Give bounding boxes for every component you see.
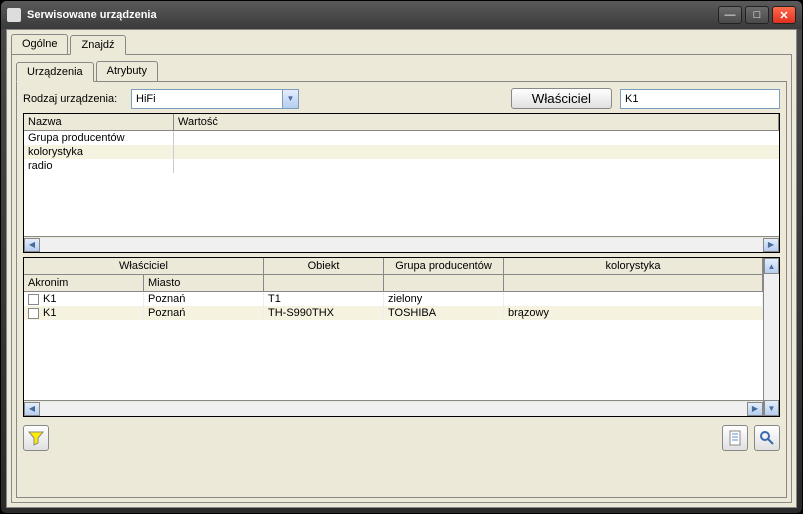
col-miasto[interactable]: Miasto <box>144 275 264 291</box>
row-checkbox[interactable] <box>28 294 39 305</box>
wlasciciel-input[interactable] <box>620 89 780 109</box>
col-kolorystyka[interactable]: kolorystyka <box>504 258 763 274</box>
tab-urzadzenia[interactable]: Urządzenia <box>16 62 94 82</box>
client-area: Ogólne Znajdź Urządzenia Atrybuty Rodzaj… <box>6 29 797 508</box>
grid2-body[interactable]: K1 Poznań T1 zielony K1 Poznań TH-S990TH… <box>24 292 763 400</box>
scroll-left-icon[interactable]: ◀ <box>24 238 40 252</box>
grid1-hscroll: ◀ ▶ <box>24 236 779 252</box>
filter-row: Rodzaj urządzenia: ▼ Właściciel <box>23 88 780 109</box>
rodzaj-combo[interactable]: ▼ <box>131 89 299 109</box>
grid2-header-sub: Akronim Miasto <box>24 275 763 292</box>
bottom-toolbar <box>23 421 780 451</box>
tab-content: Urządzenia Atrybuty Rodzaj urządzenia: ▼… <box>11 55 792 503</box>
grid2-vscroll: ▲ ▼ <box>763 258 779 416</box>
table-row[interactable]: K1 Poznań T1 zielony <box>24 292 763 306</box>
vscroll-track[interactable] <box>764 274 779 400</box>
sub-content: Rodzaj urządzenia: ▼ Właściciel Nazwa Wa… <box>16 81 787 498</box>
grid1-row[interactable]: Grupa producentów <box>24 131 779 145</box>
table-row[interactable]: K1 Poznań TH-S990THX TOSHIBA brązowy <box>24 306 763 320</box>
tab-ogolne[interactable]: Ogólne <box>11 34 68 54</box>
scroll-right-icon[interactable]: ▶ <box>747 402 763 416</box>
minimize-button[interactable]: — <box>718 6 742 24</box>
col-obiekt[interactable]: Obiekt <box>264 258 384 274</box>
main-tabs: Ogólne Znajdź <box>11 34 792 55</box>
grid1-row[interactable]: kolorystyka <box>24 145 779 159</box>
scroll-right-icon[interactable]: ▶ <box>763 238 779 252</box>
col-grupa[interactable]: Grupa producentów <box>384 258 504 274</box>
maximize-button[interactable]: □ <box>745 6 769 24</box>
rodzaj-input[interactable] <box>132 93 282 105</box>
sub-tabs: Urządzenia Atrybuty <box>16 61 787 81</box>
grid2-header-group: Właściciel Obiekt Grupa producentów kolo… <box>24 258 763 275</box>
row-checkbox[interactable] <box>28 308 39 319</box>
filter-button[interactable] <box>23 425 49 451</box>
grid1-body[interactable]: Grupa producentów kolorystyka radio <box>24 131 779 236</box>
document-button[interactable] <box>722 425 748 451</box>
app-window: Serwisowane urządzenia — □ ✕ Ogólne Znaj… <box>0 0 803 514</box>
app-icon <box>7 8 21 22</box>
funnel-icon <box>28 430 44 446</box>
hscroll-track[interactable] <box>40 238 763 252</box>
rodzaj-label: Rodzaj urządzenia: <box>23 93 123 105</box>
hscroll-track[interactable] <box>40 402 747 416</box>
scroll-left-icon[interactable]: ◀ <box>24 402 40 416</box>
col-akronim[interactable]: Akronim <box>24 275 144 291</box>
titlebar[interactable]: Serwisowane urządzenia — □ ✕ <box>1 1 802 29</box>
attributes-grid: Nazwa Wartość Grupa producentów koloryst… <box>23 113 780 253</box>
grid2-hscroll: ◀ ▶ <box>24 400 763 416</box>
scroll-down-icon[interactable]: ▼ <box>764 400 779 416</box>
search-button[interactable] <box>754 425 780 451</box>
magnifier-icon <box>759 430 775 446</box>
results-grid: Właściciel Obiekt Grupa producentów kolo… <box>24 258 763 416</box>
dropdown-icon[interactable]: ▼ <box>282 90 298 108</box>
scroll-up-icon[interactable]: ▲ <box>764 258 779 274</box>
grid1-row[interactable]: radio <box>24 159 779 173</box>
window-title: Serwisowane urządzenia <box>27 9 718 21</box>
col-wlasciciel[interactable]: Właściciel <box>24 258 264 274</box>
tab-atrybuty[interactable]: Atrybuty <box>96 61 158 81</box>
col-nazwa[interactable]: Nazwa <box>24 114 174 130</box>
wlasciciel-button[interactable]: Właściciel <box>511 88 612 109</box>
grid1-header: Nazwa Wartość <box>24 114 779 131</box>
document-icon <box>727 430 743 446</box>
col-wartosc[interactable]: Wartość <box>174 114 779 130</box>
results-grid-wrap: Właściciel Obiekt Grupa producentów kolo… <box>23 257 780 417</box>
close-button[interactable]: ✕ <box>772 6 796 24</box>
tab-znajdz[interactable]: Znajdź <box>70 35 125 55</box>
